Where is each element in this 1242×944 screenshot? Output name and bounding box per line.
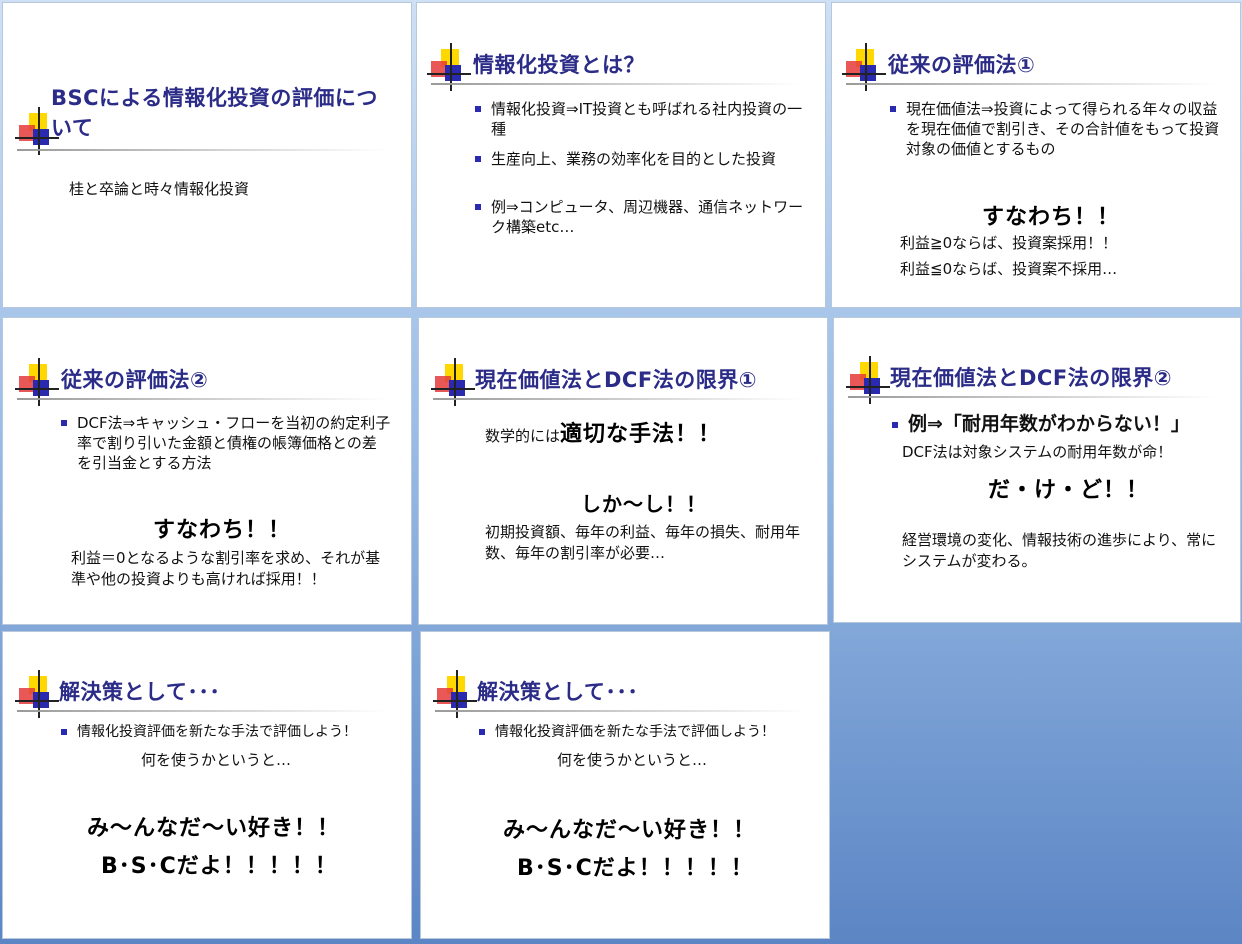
bullet-item: 情報化投資評価を新たな手法で評価しよう！ [61,722,401,742]
slide-5[interactable]: 現在価値法とDCF法の限界① 数学的には適切な手法！！ しか～し！！ 初期投資額… [418,317,828,625]
empty-slide-area [834,631,1242,944]
slide-decoration-icon [433,670,477,718]
slide-title: 解決策として･･･ [477,680,639,704]
title-divider [848,396,1218,398]
big-text: B･S･Cだよ！！！！！ [517,856,754,881]
slide-decoration-icon [427,43,471,91]
bullet-item: DCF法⇒キャッシュ・フローを当初の約定利子率で割り引いた金額と債権の帳簿価格と… [61,413,391,473]
title-divider [846,83,1216,85]
note-line: DCF法は対象システムの耐用年数が命！ [902,443,1173,461]
slide-1[interactable]: BSCによる情報化投資の評価について 桂と卒論と時々情報化投資 [2,2,412,308]
title-divider [435,710,805,712]
bullet-icon [61,420,67,426]
slide-decoration-icon [842,43,886,91]
bullet-item: 生産向上、業務の効率化を目的とした投資 [475,149,807,169]
slide-8[interactable]: 解決策として･･･ 情報化投資評価を新たな手法で評価しよう！ 何を使うかというと… [420,631,830,939]
slide-4[interactable]: 従来の評価法② DCF法⇒キャッシュ・フローを当初の約定利子率で割り引いた金額と… [2,317,412,625]
lead-line: 数学的には適切な手法！！ [485,416,721,448]
bullet-icon [890,106,896,112]
bullet-icon [475,106,481,112]
big-text: み～んなだ～い好き！！ [503,818,757,843]
slide-decoration-icon [15,358,59,406]
slide-title: 情報化投資とは？ [473,53,645,77]
slide-title: 従来の評価法② [61,368,209,392]
body-text: 利益＝0となるような割引率を求め、それが基準や他の投資よりも高ければ採用！！ [71,549,381,588]
slide-title: 従来の評価法① [888,53,1036,77]
bullet-item: 現在価値法⇒投資によって得られる年々の収益を現在価値で割引き、その合計値をもって… [890,99,1222,159]
slide-2[interactable]: 情報化投資とは？ 情報化投資⇒IT投資とも呼ばれる社内投資の一種 生産向上、業務… [416,2,826,308]
title-divider [17,710,387,712]
bullet-item: 情報化投資⇒IT投資とも呼ばれる社内投資の一種 [475,99,807,139]
emphasis-text: すなわち！！ [982,205,1121,230]
slide-title: 解決策として･･･ [59,680,221,704]
bullet-icon [479,729,485,735]
slide-decoration-icon [431,358,475,406]
result-line: 利益≧0ならば、投資案採用！！ [900,234,1118,252]
slide-decoration-icon [15,107,59,155]
note-line: 何を使うかというと… [141,751,292,769]
bullet-item: 例⇒コンピュータ、周辺機器、通信ネットワーク構築etc… [475,197,807,237]
bullet-icon [892,422,898,428]
emphasis-text: すなわち！！ [153,518,292,543]
bullet-icon [475,204,481,210]
big-text: B･S･Cだよ！！！！！ [101,854,338,879]
slide-6[interactable]: 現在価値法とDCF法の限界② 例⇒「耐用年数がわからない！」 DCF法は対象シス… [833,317,1241,623]
result-line: 利益≦0ならば、投資案不採用… [900,260,1118,278]
slide-title: 現在価値法とDCF法の限界② [890,366,1172,390]
title-divider [433,398,803,400]
bullet-icon [475,156,481,162]
title-divider [17,398,387,400]
bullet-icon [61,729,67,735]
bullet-item: 例⇒「耐用年数がわからない！」 [892,412,1232,436]
slide-3[interactable]: 従来の評価法① 現在価値法⇒投資によって得られる年々の収益を現在価値で割引き、そ… [831,2,1241,308]
body-text: 初期投資額、毎年の利益、毎年の損失、耐用年数、毎年の割引率が必要… [485,523,801,562]
slide-decoration-icon [846,356,890,404]
slide-subtitle: 桂と卒論と時々情報化投資 [69,180,250,198]
title-divider [17,149,387,151]
lead-small-text: 数学的には [485,427,561,445]
note-line: 何を使うかというと… [557,751,708,769]
slide-7[interactable]: 解決策として･･･ 情報化投資評価を新たな手法で評価しよう！ 何を使うかというと… [2,631,412,939]
slide-title: 現在価値法とDCF法の限界① [475,368,757,392]
bullet-item: 情報化投資評価を新たな手法で評価しよう！ [479,722,819,742]
slide-title: BSCによる情報化投資の評価について [51,86,378,140]
emphasis-text: だ・け・ど！！ [988,478,1150,503]
body-text: 経営環境の変化、情報技術の進歩により、常にシステムが変わる。 [902,531,1217,570]
lead-big-text: 適切な手法！！ [560,422,722,447]
title-divider [431,83,801,85]
big-text: み～んなだ～い好き！！ [87,816,341,841]
emphasis-text: しか～し！！ [581,492,707,516]
slide-decoration-icon [15,670,59,718]
